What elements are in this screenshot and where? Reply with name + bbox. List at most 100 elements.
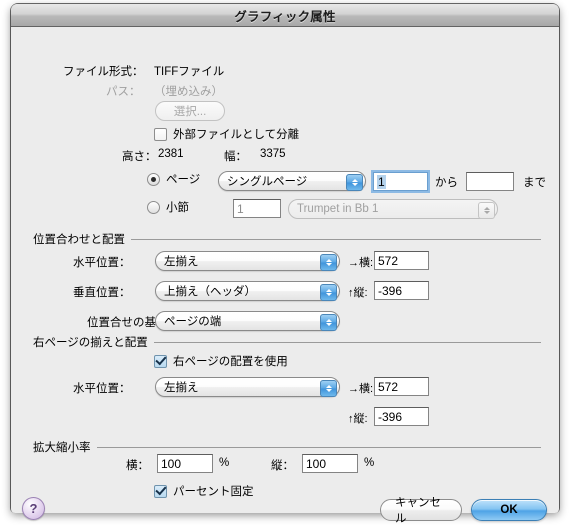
align-v-label: 垂直位置： [73, 287, 131, 299]
scale-v-label-wrap: 縦： [271, 457, 294, 473]
divider [153, 341, 541, 343]
height-label-wrap: 高さ： [122, 148, 157, 164]
scale-v-label: 縦： [271, 460, 294, 472]
width-value: 3375 [260, 148, 286, 160]
align-h-offset-value: 572 [378, 253, 399, 268]
align-v-offset-value: -396 [378, 283, 403, 298]
file-type-value-wrap: TIFFファイル [154, 63, 224, 79]
file-type-row: ファイル形式： [63, 63, 144, 79]
divider [96, 446, 541, 448]
rightpage-h-offset-input[interactable]: 572 [374, 377, 429, 396]
radio-page-label: ページ [166, 174, 201, 186]
align-h-popup[interactable]: 左揃え [155, 251, 340, 271]
align-h-popup-value: 左揃え [164, 256, 199, 268]
align-basis-popup-value: ページの端 [164, 316, 222, 328]
to-label: まで [523, 177, 546, 189]
width-value-wrap: 3375 [260, 148, 286, 160]
width-label-wrap: 幅： [224, 148, 247, 164]
question-mark-icon: ? [29, 501, 38, 516]
use-rightpage-checkbox[interactable]: 右ページの配置を使用 [154, 353, 288, 369]
align-v-popup-value: 上揃え（ヘッダ） [164, 286, 256, 298]
rightpage-section-header: 右ページの揃えと配置 [33, 334, 541, 350]
from-label: から [435, 177, 458, 189]
ok-button-label: OK [500, 504, 518, 516]
scale-v-unit-wrap: % [364, 457, 374, 469]
staff-popup-value: Trumpet in Bb 1 [297, 203, 379, 215]
scale-h-unit: % [219, 457, 230, 469]
rightpage-v-axis-label: ↑縦: [348, 413, 368, 425]
scale-v-value: 100 [306, 456, 327, 471]
path-value: （埋め込み） [154, 86, 223, 98]
chevron-updown-icon [320, 254, 337, 271]
radio-measure[interactable]: 小節 [147, 199, 189, 215]
use-rightpage-checkbox-label: 右ページの配置を使用 [173, 356, 288, 368]
choose-file-button[interactable]: 選択... [155, 101, 225, 121]
from-label-wrap: から [435, 174, 458, 190]
align-h-axis-wrap: →横: [348, 254, 373, 270]
rightpage-h-axis-label: →横: [348, 383, 374, 395]
radio-page[interactable]: ページ [147, 171, 200, 187]
align-h-offset-input[interactable]: 572 [374, 251, 429, 270]
scale-section-header: 拡大縮小率 [33, 439, 541, 455]
rightpage-section-title: 右ページの揃えと配置 [33, 337, 148, 349]
path-label: パス： [106, 86, 141, 98]
rightpage-h-popup[interactable]: 左揃え [155, 377, 340, 397]
ok-button[interactable]: OK [471, 499, 547, 521]
page-to-input[interactable] [466, 172, 514, 191]
cancel-button-label: キャンセル [395, 497, 441, 525]
page-from-input[interactable]: 1 [373, 172, 428, 191]
staff-popup[interactable]: Trumpet in Bb 1 [288, 199, 498, 219]
align-h-label-wrap: 水平位置： [73, 254, 131, 270]
lock-percent-checkbox[interactable]: パーセント固定 [154, 483, 254, 499]
scale-h-value: 100 [161, 456, 182, 471]
rightpage-v-offset-value: -396 [378, 409, 403, 424]
choose-file-button-label: 選択... [173, 106, 207, 118]
align-v-popup[interactable]: 上揃え（ヘッダ） [155, 281, 340, 301]
scale-h-label-wrap: 横： [126, 457, 149, 473]
chevron-updown-icon [320, 314, 337, 331]
rightpage-v-offset-input[interactable]: -396 [374, 407, 429, 426]
rightpage-h-label-wrap: 水平位置： [73, 380, 131, 396]
radio-measure-label: 小節 [166, 202, 189, 214]
scale-v-unit: % [364, 457, 375, 469]
graphic-attributes-dialog: グラフィック属性 ファイル形式： TIFFファイル パス： （埋め込み） 選択.… [11, 4, 559, 525]
page-from-value: 1 [377, 174, 386, 189]
scale-h-unit-wrap: % [219, 457, 229, 469]
file-type-value: TIFFファイル [154, 66, 225, 78]
height-value-wrap: 2381 [158, 148, 184, 160]
rightpage-h-offset-value: 572 [378, 379, 399, 394]
align-v-axis-label: ↑縦: [348, 287, 368, 299]
alignment-section-title: 位置合わせと配置 [33, 234, 125, 246]
rightpage-h-label: 水平位置： [73, 383, 131, 395]
checkbox-checked-icon[interactable] [154, 354, 167, 368]
scale-h-input[interactable]: 100 [157, 454, 213, 473]
rightpage-v-axis-wrap: ↑縦: [348, 410, 368, 426]
path-value-wrap: （埋め込み） [154, 83, 223, 99]
align-v-offset-input[interactable]: -396 [374, 281, 429, 300]
title-bar: グラフィック属性 [11, 4, 559, 27]
height-value: 2381 [158, 148, 184, 160]
scale-h-label: 横： [126, 460, 149, 472]
checkbox-box-icon[interactable] [154, 127, 167, 141]
scale-section-title: 拡大縮小率 [33, 442, 91, 454]
measure-number-input[interactable]: 1 [233, 199, 281, 218]
chevron-updown-icon [346, 174, 363, 191]
radio-page-icon[interactable] [147, 172, 160, 186]
scale-v-input[interactable]: 100 [302, 454, 358, 473]
checkbox-checked-icon[interactable] [154, 484, 167, 498]
separate-file-checkbox[interactable]: 外部ファイルとして分離 [154, 126, 299, 142]
help-button[interactable]: ? [22, 497, 45, 520]
page-range-popup[interactable]: シングルページ [218, 171, 366, 191]
align-v-axis-wrap: ↑縦: [348, 284, 368, 300]
cancel-button[interactable]: キャンセル [380, 497, 462, 525]
align-h-axis-label: →横: [348, 257, 374, 269]
measure-number-value: 1 [237, 201, 244, 216]
chevron-updown-icon [478, 202, 495, 219]
rightpage-h-popup-value: 左揃え [164, 382, 199, 394]
radio-measure-icon[interactable] [147, 200, 160, 214]
width-label: 幅： [224, 151, 247, 163]
window-title: グラフィック属性 [234, 9, 336, 24]
path-row: パス： [106, 83, 141, 99]
to-label-wrap: まで [523, 174, 546, 190]
align-basis-popup[interactable]: ページの端 [155, 311, 340, 331]
